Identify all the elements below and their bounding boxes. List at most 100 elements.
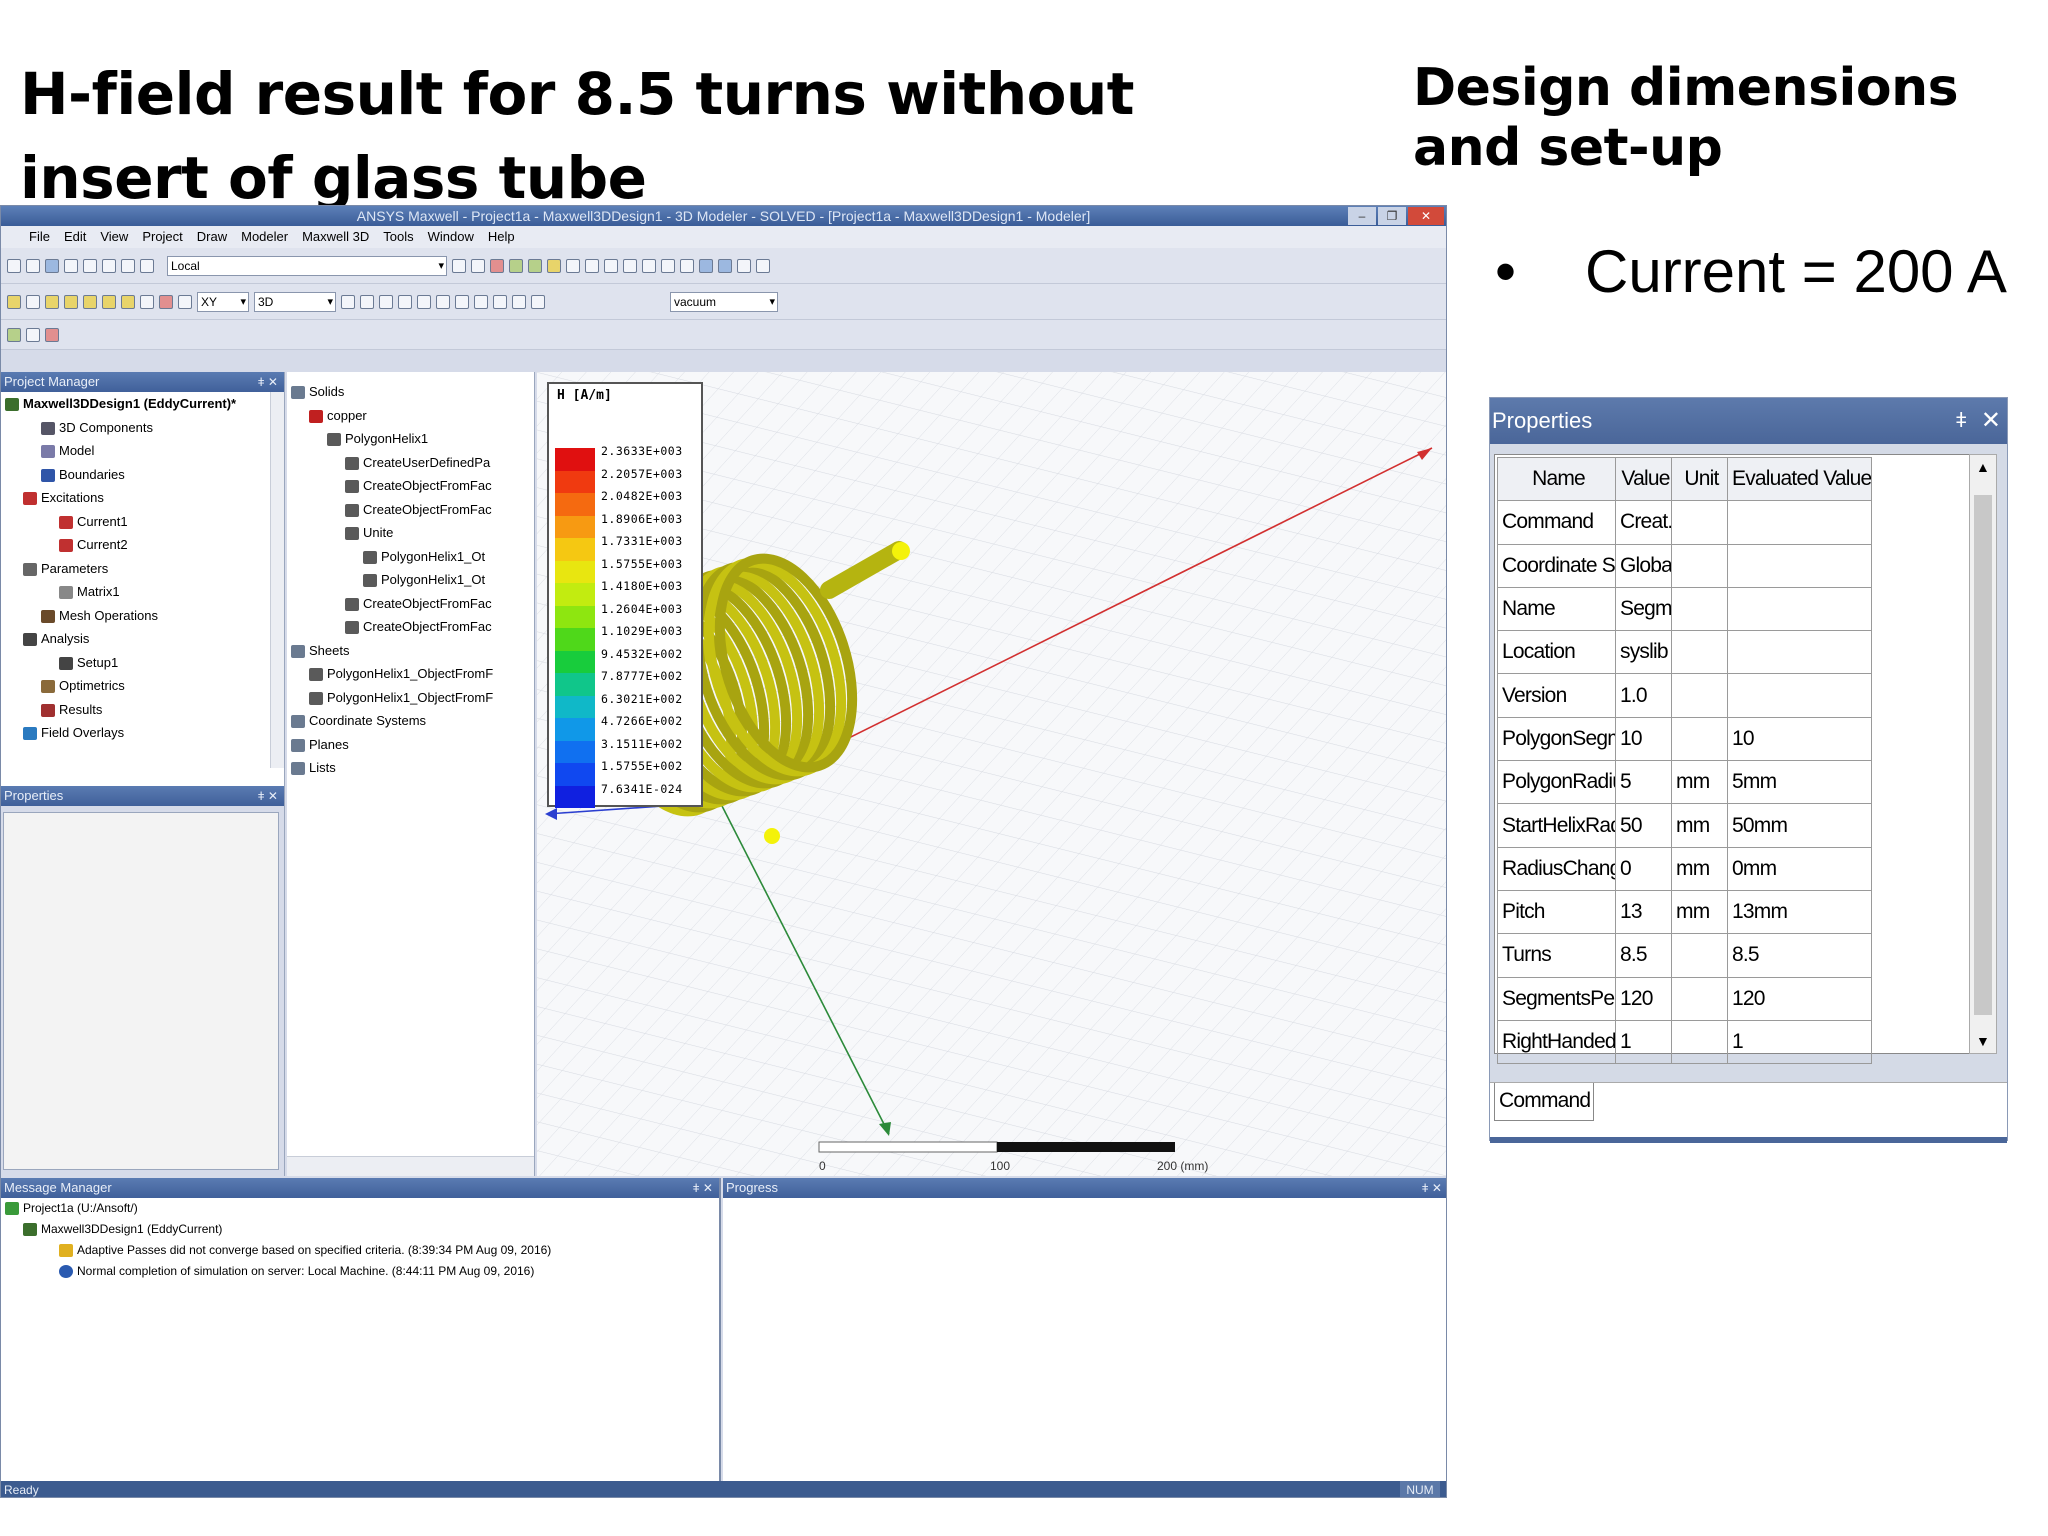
- history-item[interactable]: CreateObjectFromFac: [291, 592, 531, 616]
- undo-icon[interactable]: [140, 258, 154, 273]
- property-row[interactable]: SegmentsPerTurn120120: [1497, 976, 1873, 1021]
- menu-item-maxwell-3d[interactable]: Maxwell 3D: [302, 226, 369, 248]
- fit-all-icon[interactable]: [680, 258, 694, 273]
- history-item[interactable]: CreateObjectFromFac: [291, 474, 531, 498]
- delete-icon[interactable]: [121, 258, 135, 273]
- split-icon[interactable]: [493, 294, 507, 309]
- cylinder-icon[interactable]: [64, 294, 78, 309]
- cone-icon[interactable]: [83, 294, 97, 309]
- menu-item-view[interactable]: View: [100, 226, 128, 248]
- property-row[interactable]: RightHanded 1 1: [1497, 1019, 1873, 1065]
- material-select[interactable]: vacuum: [670, 291, 778, 312]
- plot-icon[interactable]: [547, 258, 561, 273]
- pin-close-icon[interactable]: ǂ ✕: [1422, 1178, 1442, 1198]
- property-row[interactable]: Version 1.0: [1497, 673, 1873, 718]
- column-header[interactable]: Value: [1615, 456, 1672, 502]
- assign-icon[interactable]: [7, 327, 21, 342]
- select-icon[interactable]: [26, 294, 40, 309]
- menu-item-edit[interactable]: Edit: [64, 226, 86, 248]
- solve-icon[interactable]: [528, 258, 542, 273]
- history-item[interactable]: CreateObjectFromFac: [291, 615, 531, 639]
- close-icon[interactable]: ✕: [1981, 398, 2001, 444]
- cut-icon[interactable]: [64, 258, 78, 273]
- history-item[interactable]: PolygonHelix1_ObjectFromF: [291, 686, 531, 710]
- duplicate-icon[interactable]: [398, 294, 412, 309]
- message-item[interactable]: Adaptive Passes did not converge based o…: [1, 1240, 719, 1261]
- material-icon[interactable]: [531, 294, 545, 309]
- history-tree-scrollbar[interactable]: [287, 1156, 534, 1176]
- tree-item-results[interactable]: Results: [1, 698, 271, 722]
- property-row[interactable]: Turns 8.5 8.5: [1497, 933, 1873, 978]
- property-row[interactable]: Location syslib: [1497, 630, 1873, 675]
- property-cell[interactable]: Global: [1615, 543, 1672, 588]
- history-item[interactable]: PolygonHelix1_Ot: [291, 545, 531, 569]
- maximize-button[interactable]: ❐: [1378, 207, 1406, 225]
- history-item[interactable]: Lists: [291, 756, 531, 780]
- box-icon[interactable]: [45, 294, 59, 309]
- open-icon[interactable]: [26, 258, 40, 273]
- menu-item-modeler[interactable]: Modeler: [241, 226, 288, 248]
- property-cell[interactable]: 13: [1615, 889, 1672, 935]
- mirror-icon[interactable]: [379, 294, 393, 309]
- tree-item-current2[interactable]: Current2: [1, 533, 271, 557]
- property-cell[interactable]: syslib: [1615, 630, 1672, 675]
- analyze-icon[interactable]: [509, 258, 523, 273]
- copy-icon[interactable]: [83, 258, 97, 273]
- property-cell[interactable]: 0: [1615, 846, 1672, 891]
- settings-icon[interactable]: [756, 258, 770, 273]
- message-item[interactable]: Normal completion of simulation on serve…: [1, 1261, 719, 1282]
- view2-icon[interactable]: [718, 258, 732, 273]
- validate-icon[interactable]: [490, 258, 504, 273]
- menu-item-draw[interactable]: Draw: [197, 226, 227, 248]
- snap-icon[interactable]: [471, 258, 485, 273]
- property-cell[interactable]: 5: [1615, 760, 1672, 805]
- property-row[interactable]: Coordinate Syst...Global: [1497, 543, 1873, 588]
- history-item[interactable]: Planes: [291, 733, 531, 757]
- column-header[interactable]: Unit: [1671, 456, 1728, 502]
- unite-icon[interactable]: [436, 294, 450, 309]
- rotate-icon[interactable]: [623, 258, 637, 273]
- boolean-icon[interactable]: [159, 294, 173, 309]
- helix-icon[interactable]: [140, 294, 154, 309]
- grid-icon[interactable]: [452, 258, 466, 273]
- tree-item-field-overlays[interactable]: Field Overlays: [1, 721, 271, 745]
- property-row[interactable]: Pitch 13 mm 13mm: [1497, 889, 1873, 935]
- tab-command[interactable]: Command: [1494, 1083, 1594, 1121]
- close-button[interactable]: ✕: [1408, 207, 1444, 225]
- view-icon[interactable]: [699, 258, 713, 273]
- dimension-select[interactable]: 3D: [254, 291, 336, 312]
- extrude-icon[interactable]: [360, 294, 374, 309]
- history-item[interactable]: Coordinate Systems: [291, 709, 531, 733]
- property-cell[interactable]: 50: [1615, 803, 1672, 848]
- zoom-icon[interactable]: [661, 258, 675, 273]
- history-item[interactable]: PolygonHelix1_ObjectFromF: [291, 662, 531, 686]
- pin-close-icon[interactable]: ǂ ✕: [258, 372, 278, 392]
- property-cell[interactable]: Segm...: [1615, 586, 1672, 632]
- menu-item-window[interactable]: Window: [428, 226, 474, 248]
- menu-item-project[interactable]: Project: [142, 226, 182, 248]
- property-cell[interactable]: 120: [1615, 976, 1672, 1021]
- new-icon[interactable]: [7, 258, 21, 273]
- intersect-icon[interactable]: [474, 294, 488, 309]
- property-row[interactable]: NameSegm...: [1497, 586, 1873, 632]
- orbit-icon[interactable]: [642, 258, 656, 273]
- measure-icon[interactable]: [737, 258, 751, 273]
- properties-scrollbar[interactable]: ▲ ▼: [1969, 454, 1997, 1054]
- report-icon[interactable]: [566, 258, 580, 273]
- history-item[interactable]: Solids: [291, 380, 531, 404]
- pin-close-icon[interactable]: ǂ ✕: [258, 786, 278, 806]
- field-icon[interactable]: [585, 258, 599, 273]
- sphere-icon[interactable]: [102, 294, 116, 309]
- pin-icon[interactable]: ǂ: [1955, 398, 1967, 444]
- property-row[interactable]: RadiusChange0mm0mm: [1497, 846, 1873, 891]
- tree-item-mesh-operations[interactable]: Mesh Operations: [1, 604, 271, 628]
- tree-item-boundaries[interactable]: Boundaries: [1, 463, 271, 487]
- history-item[interactable]: copper: [291, 404, 531, 428]
- tree-item-3d-components[interactable]: 3D Components: [1, 416, 271, 440]
- scroll-up-icon[interactable]: ▲: [1976, 459, 1990, 475]
- property-cell[interactable]: 1.0: [1615, 673, 1672, 718]
- property-row[interactable]: StartHelixRadius50mm50mm: [1497, 803, 1873, 848]
- pin-close-icon[interactable]: ǂ ✕: [693, 1178, 713, 1198]
- wire-icon[interactable]: [7, 294, 21, 309]
- subtract-icon[interactable]: [455, 294, 469, 309]
